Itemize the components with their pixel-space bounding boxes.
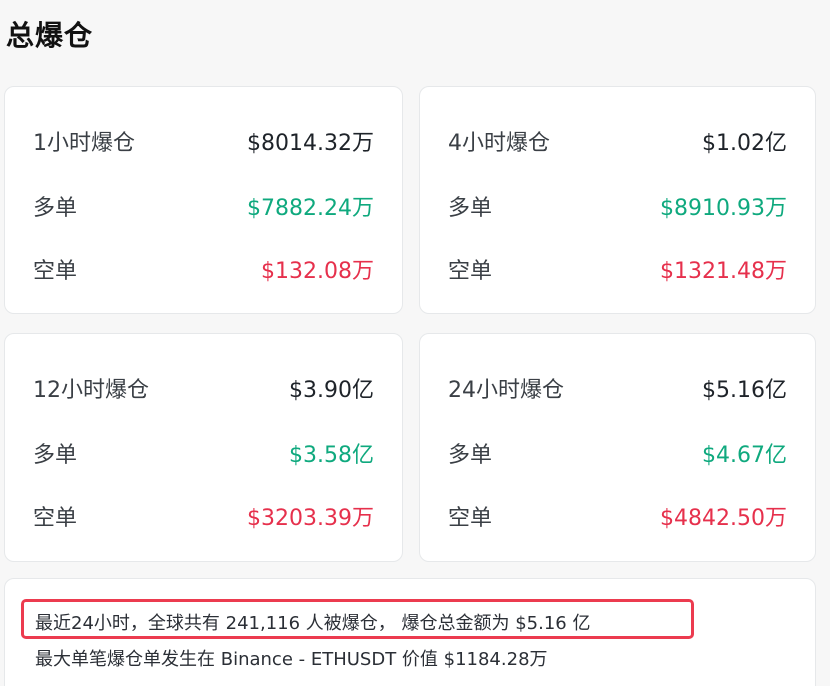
short-value: $132.08万 (261, 259, 374, 284)
summary-line-largest: 最大单笔爆仓单发生在 Binance - ETHUSDT 价值 $1184.28… (35, 649, 548, 670)
card-long-row: 多单 $3.58亿 (33, 437, 374, 469)
short-value: $4842.50万 (660, 506, 787, 531)
short-value: $1321.48万 (660, 259, 787, 284)
long-label: 多单 (33, 196, 78, 221)
total-value: $8014.32万 (247, 131, 374, 156)
liquidation-summary-card: 最近24小时，全球共有 241,116 人被爆仓， 爆仓总金额为 $5.16 亿… (4, 578, 816, 686)
liquidation-page: 总爆仓 1小时爆仓 $8014.32万 多单 $7882.24万 空单 $132… (0, 0, 830, 686)
long-value: $3.58亿 (289, 443, 374, 468)
long-value: $7882.24万 (247, 196, 374, 221)
summary-line-24h: 最近24小时，全球共有 241,116 人被爆仓， 爆仓总金额为 $5.16 亿 (35, 613, 591, 634)
short-label: 空单 (448, 259, 493, 284)
short-label: 空单 (33, 506, 78, 531)
total-value: $1.02亿 (702, 131, 787, 156)
short-label: 空单 (448, 506, 493, 531)
card-total-row: 1小时爆仓 $8014.32万 (33, 125, 374, 157)
long-label: 多单 (33, 443, 78, 468)
long-label: 多单 (448, 196, 493, 221)
card-long-row: 多单 $7882.24万 (33, 190, 374, 222)
short-value: $3203.39万 (247, 506, 374, 531)
card-short-row: 空单 $4842.50万 (448, 500, 787, 532)
long-value: $8910.93万 (660, 196, 787, 221)
period-label: 1小时爆仓 (33, 131, 135, 156)
card-short-row: 空单 $3203.39万 (33, 500, 374, 532)
total-value: $3.90亿 (289, 378, 374, 403)
liquidation-card-4h: 4小时爆仓 $1.02亿 多单 $8910.93万 空单 $1321.48万 (419, 86, 816, 314)
card-long-row: 多单 $4.67亿 (448, 437, 787, 469)
page-title: 总爆仓 (6, 19, 94, 52)
card-short-row: 空单 $1321.48万 (448, 253, 787, 285)
period-label: 12小时爆仓 (33, 378, 149, 403)
short-label: 空单 (33, 259, 78, 284)
period-label: 4小时爆仓 (448, 131, 550, 156)
total-value: $5.16亿 (702, 378, 787, 403)
long-label: 多单 (448, 443, 493, 468)
liquidation-card-24h: 24小时爆仓 $5.16亿 多单 $4.67亿 空单 $4842.50万 (419, 333, 816, 562)
liquidation-card-12h: 12小时爆仓 $3.90亿 多单 $3.58亿 空单 $3203.39万 (4, 333, 403, 562)
card-total-row: 24小时爆仓 $5.16亿 (448, 372, 787, 404)
card-total-row: 12小时爆仓 $3.90亿 (33, 372, 374, 404)
card-long-row: 多单 $8910.93万 (448, 190, 787, 222)
long-value: $4.67亿 (702, 443, 787, 468)
card-short-row: 空单 $132.08万 (33, 253, 374, 285)
card-total-row: 4小时爆仓 $1.02亿 (448, 125, 787, 157)
period-label: 24小时爆仓 (448, 378, 564, 403)
liquidation-card-1h: 1小时爆仓 $8014.32万 多单 $7882.24万 空单 $132.08万 (4, 86, 403, 314)
